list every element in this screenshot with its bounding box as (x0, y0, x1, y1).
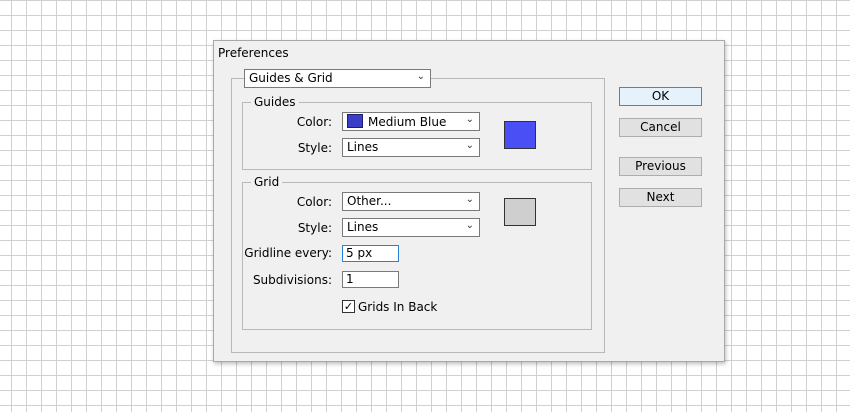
grid-group: Grid Color: Other... ⌄ Style: Lines ⌄ Gr… (242, 175, 592, 330)
guides-color-swatch-small (347, 114, 363, 128)
grid-style-label: Style: (297, 221, 332, 235)
subdivisions-label: Subdivisions: (252, 273, 332, 287)
grid-color-select[interactable]: Other... ⌄ (342, 192, 480, 211)
guides-style-label: Style: (297, 141, 332, 155)
guides-color-select[interactable]: Medium Blue ⌄ (342, 112, 480, 131)
guides-legend: Guides (251, 95, 299, 109)
grid-style-select[interactable]: Lines ⌄ (342, 218, 480, 237)
gridline-every-input[interactable]: 5 px (342, 245, 399, 262)
chevron-down-icon: ⌄ (465, 114, 474, 125)
grids-in-back-label[interactable]: Grids In Back (358, 300, 437, 314)
guides-color-label: Color: (296, 115, 332, 129)
grid-color-value: Other... (347, 194, 392, 208)
subdivisions-input[interactable]: 1 (342, 271, 399, 288)
grid-color-swatch[interactable] (504, 198, 536, 226)
chevron-down-icon: ⌄ (465, 194, 474, 205)
chevron-down-icon: ⌄ (465, 220, 474, 231)
previous-button[interactable]: Previous (619, 157, 702, 176)
guides-group: Guides Color: Medium Blue ⌄ Style: Lines… (242, 95, 592, 170)
next-button[interactable]: Next (619, 188, 702, 207)
guides-color-value: Medium Blue (368, 115, 447, 129)
chevron-down-icon: ⌄ (465, 140, 474, 151)
section-select-value: Guides & Grid (249, 71, 333, 85)
preferences-dialog: Preferences Guides & Grid ⌄ Guides Color… (213, 40, 725, 362)
cancel-button[interactable]: Cancel (619, 118, 702, 137)
dialog-title: Preferences (218, 46, 289, 60)
grid-color-label: Color: (296, 195, 332, 209)
guides-style-select[interactable]: Lines ⌄ (342, 138, 480, 157)
grid-style-value: Lines (347, 220, 379, 234)
grid-legend: Grid (251, 175, 283, 189)
section-select[interactable]: Guides & Grid ⌄ (244, 69, 431, 88)
ok-button[interactable]: OK (619, 87, 702, 106)
checkmark-icon: ✓ (343, 300, 354, 313)
guides-style-value: Lines (347, 140, 379, 154)
grids-in-back-checkbox[interactable]: ✓ (342, 300, 355, 313)
gridline-every-label: Gridline every: (244, 246, 332, 260)
guides-color-swatch[interactable] (504, 121, 536, 149)
chevron-down-icon: ⌄ (416, 71, 425, 82)
